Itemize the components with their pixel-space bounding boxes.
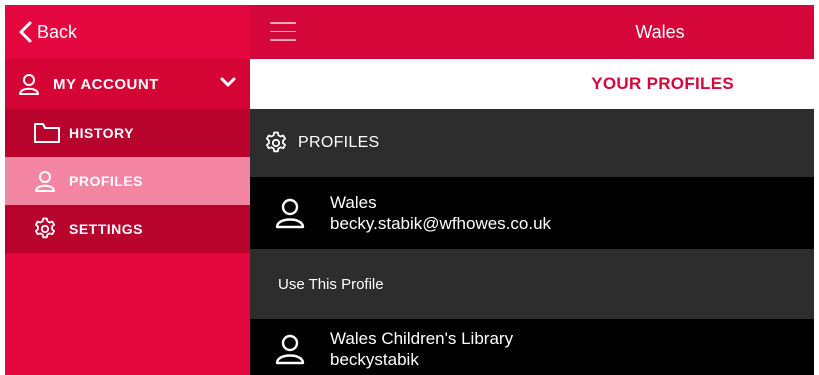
sidebar-item-label: SETTINGS xyxy=(69,221,144,237)
profile-text: Wales becky.stabik@wfhowes.co.uk xyxy=(330,192,551,234)
sidebar-item-label: MY ACCOUNT xyxy=(53,75,159,93)
menu-icon[interactable] xyxy=(270,22,296,42)
sidebar-item-label: HISTORY xyxy=(69,125,134,141)
app-frame: Back MY ACCOUNT HISTORY PROFILES SETTING… xyxy=(5,5,814,375)
profile-item[interactable]: Wales becky.stabik@wfhowes.co.uk xyxy=(250,177,814,249)
user-icon xyxy=(274,196,308,230)
profile-detail: beckystabik xyxy=(330,350,419,369)
section-label: PROFILES xyxy=(298,134,380,151)
profile-name: Wales Children's Library xyxy=(330,329,514,348)
sidebar-item-my-account[interactable]: MY ACCOUNT xyxy=(5,59,250,109)
chevron-down-icon xyxy=(220,77,236,87)
user-icon xyxy=(33,169,61,193)
sidebar-item-profiles[interactable]: PROFILES xyxy=(5,157,250,205)
user-icon xyxy=(274,332,308,366)
user-icon xyxy=(17,72,45,96)
back-label: Back xyxy=(37,21,78,42)
sidebar: Back MY ACCOUNT HISTORY PROFILES SETTING… xyxy=(5,5,250,375)
profile-name: Wales xyxy=(330,193,377,212)
page-title: Wales xyxy=(635,21,685,42)
use-this-profile-button[interactable]: Use This Profile xyxy=(250,249,814,319)
profile-item[interactable]: Wales Children's Library beckystabik xyxy=(250,319,814,375)
gear-icon xyxy=(33,217,61,241)
chevron-left-icon xyxy=(19,21,32,43)
profiles-section-header: PROFILES xyxy=(250,109,814,177)
sidebar-item-settings[interactable]: SETTINGS xyxy=(5,205,250,253)
section-title: YOUR PROFILES xyxy=(250,59,814,109)
folder-icon xyxy=(33,121,61,145)
profile-text: Wales Children's Library beckystabik xyxy=(330,328,513,370)
main-panel: Wales YOUR PROFILES PROFILES Wales becky… xyxy=(250,5,814,375)
top-bar: Wales xyxy=(250,5,814,59)
sidebar-item-label: PROFILES xyxy=(69,173,144,189)
gear-icon xyxy=(264,131,288,155)
sidebar-item-history[interactable]: HISTORY xyxy=(5,109,250,157)
back-button[interactable]: Back xyxy=(5,5,250,59)
profile-detail: becky.stabik@wfhowes.co.uk xyxy=(330,214,552,233)
